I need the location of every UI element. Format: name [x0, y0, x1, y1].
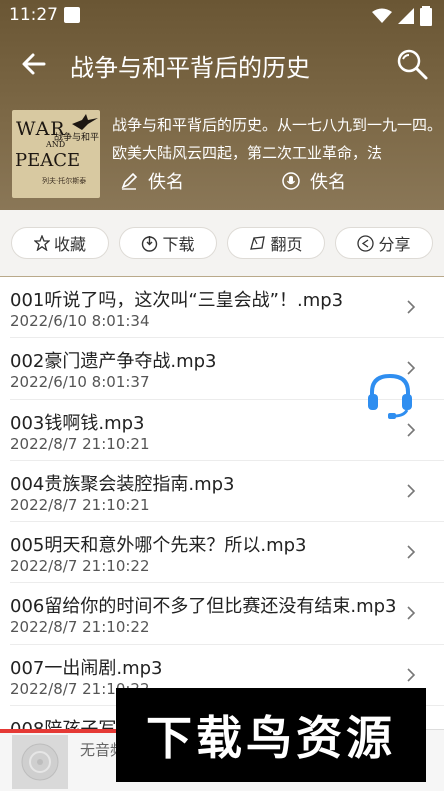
status-bar: 11:27 — [0, 0, 444, 32]
reader-row: 佚名 — [282, 168, 346, 194]
battery-icon — [420, 6, 432, 26]
status-icons — [372, 6, 432, 26]
back-arrow-icon[interactable] — [18, 48, 50, 80]
book-description: 战争与和平背后的历史。从一七八九到一九一四。欧美大陆风云四起，第二次工业革命，法 — [112, 116, 442, 162]
chevron-right-icon — [407, 668, 416, 682]
episode-title: 003钱啊钱.mp3 — [10, 412, 145, 434]
episode-title: 004贵族聚会装腔指南.mp3 — [10, 473, 235, 495]
page-turn-label: 翻页 — [270, 235, 303, 254]
star-icon — [33, 235, 50, 251]
action-bar: 收藏 下载 翻页 分享 — [0, 210, 444, 276]
reader-name: 佚名 — [310, 172, 346, 193]
pen-icon — [121, 172, 138, 190]
chevron-right-icon — [407, 423, 416, 437]
episode-date: 2022/6/10 8:01:34 — [10, 312, 150, 330]
book-cover: WAR AND 战争与和平 PEACE 列夫·托尔斯泰 — [12, 110, 100, 198]
cover-peace-text: PEACE — [15, 150, 81, 171]
watermark-overlay: 下载鸟资源 — [116, 688, 426, 782]
episode-date: 2022/8/7 21:10:22 — [10, 618, 150, 637]
wifi-icon — [372, 8, 392, 23]
share-button[interactable]: 分享 — [335, 227, 433, 259]
share-icon — [357, 234, 375, 252]
microphone-icon — [282, 172, 300, 190]
download-icon — [142, 235, 158, 252]
episode-date: 2022/6/10 8:01:37 — [10, 373, 150, 392]
page-turn-icon — [250, 236, 266, 250]
download-button[interactable]: 下载 — [119, 227, 217, 259]
notification-icon — [64, 7, 80, 23]
search-icon[interactable] — [394, 46, 430, 82]
episode-date: 2022/8/7 21:10:22 — [10, 557, 150, 576]
share-label: 分享 — [378, 235, 411, 254]
episode-date: 2022/8/7 21:10:21 — [10, 495, 150, 514]
list-item[interactable]: 001听说了吗，这次叫“三皇会战”！.mp3 2022/6/10 8:01:34 — [10, 277, 444, 339]
bird-icon — [72, 114, 98, 130]
episode-title: 001听说了吗，这次叫“三皇会战”！.mp3 — [10, 290, 344, 311]
episode-title: 007一出闹剧.mp3 — [10, 657, 163, 679]
chevron-right-icon — [407, 606, 416, 621]
episode-title: 006留给你的时间不多了但比赛还没有结束.mp3 — [10, 596, 397, 618]
top-app-bar: 战争与和平背后的历史 — [0, 36, 444, 92]
favorite-label: 收藏 — [53, 235, 86, 254]
list-item[interactable]: 005明天和意外哪个先来？所以.mp3 2022/8/7 21:10:22 — [10, 522, 444, 584]
author-name: 佚名 — [148, 172, 184, 193]
page-title: 战争与和平背后的历史 — [70, 54, 310, 82]
headset-icon[interactable] — [364, 368, 416, 420]
cover-chinese-title: 战争与和平 — [54, 133, 100, 143]
episode-date: 2022/8/7 21:10:21 — [10, 434, 150, 453]
chevron-right-icon — [407, 545, 416, 559]
episode-title: 005明天和意外哪个先来？所以.mp3 — [10, 535, 307, 557]
list-item[interactable]: 006留给你的时间不多了但比赛还没有结束.mp3 2022/8/7 21:10:… — [10, 583, 444, 645]
status-time: 11:27 — [9, 5, 58, 25]
chevron-right-icon — [407, 484, 416, 498]
list-item[interactable]: 004贵族聚会装腔指南.mp3 2022/8/7 21:10:21 — [10, 461, 444, 523]
episode-title: 002豪门遗产争夺战.mp3 — [10, 351, 217, 373]
signal-icon — [398, 8, 414, 24]
book-header: 11:27 战争与和平背后的历史 WAR AND 战争与和平 PEACE 列夫·… — [0, 0, 444, 210]
cover-subtitle: 列夫·托尔斯泰 — [42, 177, 87, 185]
chevron-right-icon — [407, 300, 416, 314]
author-row: 佚名 — [120, 168, 184, 194]
favorite-button[interactable]: 收藏 — [11, 227, 109, 259]
disc-icon — [12, 735, 68, 789]
download-label: 下载 — [162, 235, 195, 254]
page-turn-button[interactable]: 翻页 — [227, 227, 325, 259]
